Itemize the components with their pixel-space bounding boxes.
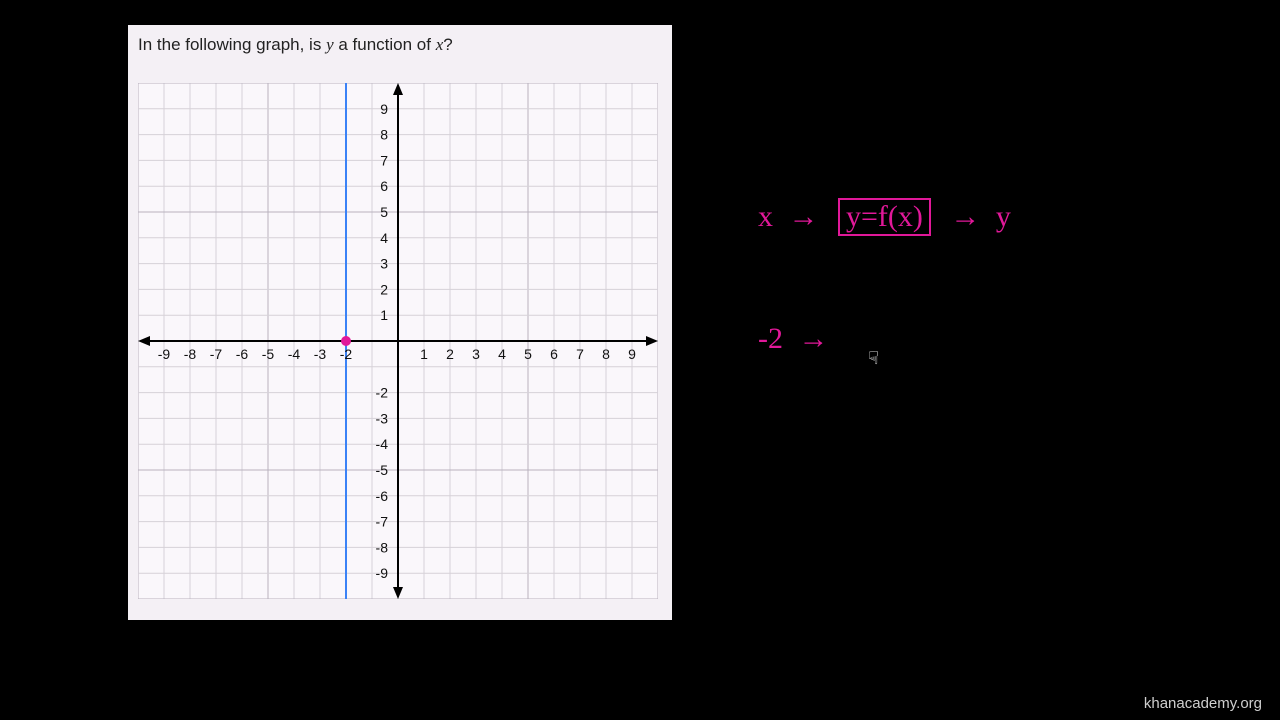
svg-text:-6: -6 — [376, 488, 389, 504]
function-diagram: x → y=f(x) → y — [758, 198, 1011, 236]
svg-text:-8: -8 — [376, 539, 389, 555]
svg-text:-4: -4 — [376, 436, 389, 452]
svg-text:-9: -9 — [376, 565, 389, 581]
svg-text:5: 5 — [380, 204, 388, 220]
svg-text:2: 2 — [380, 281, 388, 297]
svg-text:-3: -3 — [314, 346, 327, 362]
video-frame: In the following graph, is y a function … — [0, 0, 1280, 720]
svg-text:7: 7 — [380, 152, 388, 168]
svg-text:-5: -5 — [262, 346, 275, 362]
arrow-icon: → — [799, 322, 829, 356]
ex-in: -2 — [758, 322, 783, 355]
q-suffix: ? — [443, 35, 452, 54]
svg-text:-7: -7 — [376, 514, 389, 530]
fn-y: y — [996, 200, 1011, 233]
svg-text:9: 9 — [380, 101, 388, 117]
svg-text:1: 1 — [420, 346, 428, 362]
svg-text:6: 6 — [380, 178, 388, 194]
coordinate-grid: -9 -8 -7 -6 -5 -4 -3 -2 1 2 3 4 5 6 7 8 9 9 8 7 6 5 4 3 2 1 -2 -3 -4… — [138, 83, 658, 599]
svg-text:3: 3 — [380, 256, 388, 272]
q-mid: a function of — [334, 35, 436, 54]
svg-text:2: 2 — [446, 346, 454, 362]
svg-text:4: 4 — [498, 346, 506, 362]
svg-text:-2: -2 — [340, 346, 353, 362]
svg-text:9: 9 — [628, 346, 636, 362]
q-prefix: In the following graph, is — [138, 35, 326, 54]
svg-text:6: 6 — [550, 346, 558, 362]
svg-text:-3: -3 — [376, 410, 389, 426]
question-text: In the following graph, is y a function … — [128, 25, 672, 55]
attribution: khanacademy.org — [1144, 695, 1262, 712]
svg-text:3: 3 — [472, 346, 480, 362]
svg-text:7: 7 — [576, 346, 584, 362]
svg-text:1: 1 — [380, 307, 388, 323]
arrow-icon: → — [950, 200, 980, 234]
fn-box: y=f(x) — [838, 198, 931, 236]
mouse-cursor-icon: ☟ — [868, 348, 879, 369]
svg-text:5: 5 — [524, 346, 532, 362]
svg-text:-5: -5 — [376, 462, 389, 478]
svg-text:-4: -4 — [288, 346, 301, 362]
grid-svg: -9 -8 -7 -6 -5 -4 -3 -2 1 2 3 4 5 6 7 8 9 9 8 7 6 5 4 3 2 1 -2 -3 -4… — [138, 83, 658, 599]
q-var-y: y — [326, 35, 334, 54]
question-card: In the following graph, is y a function … — [128, 25, 672, 620]
svg-text:-9: -9 — [158, 346, 171, 362]
example-input: -2 → — [758, 322, 837, 356]
svg-text:-6: -6 — [236, 346, 249, 362]
svg-text:8: 8 — [380, 127, 388, 143]
svg-text:-8: -8 — [184, 346, 197, 362]
svg-text:-2: -2 — [376, 385, 389, 401]
arrow-icon: → — [789, 200, 819, 234]
fn-x: x — [758, 200, 773, 233]
svg-text:8: 8 — [602, 346, 610, 362]
svg-text:4: 4 — [380, 230, 388, 246]
svg-text:-7: -7 — [210, 346, 223, 362]
